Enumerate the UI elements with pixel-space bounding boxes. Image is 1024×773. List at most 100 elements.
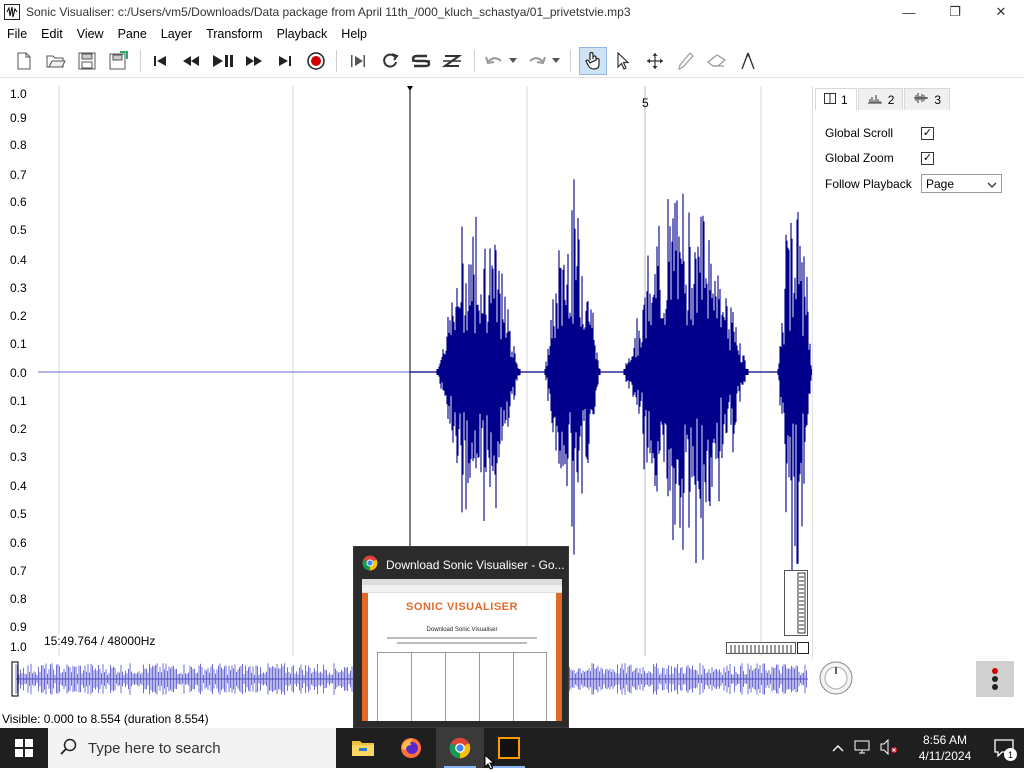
- windows-logo-icon: [15, 739, 33, 757]
- global-scroll-label: Global Scroll: [825, 126, 894, 140]
- horizontal-zoom-control[interactable]: [726, 642, 796, 654]
- clock-time: 8:56 AM: [922, 733, 968, 747]
- scale-tick: 0.0: [10, 366, 27, 380]
- erase-icon[interactable]: [705, 49, 729, 73]
- scale-tick: 0.8: [10, 592, 27, 606]
- forward-end-icon[interactable]: [273, 49, 297, 73]
- global-zoom-row: Global Zoom ✓: [825, 151, 934, 165]
- volume-knob[interactable]: [818, 660, 854, 696]
- maximize-button[interactable]: ❐: [932, 0, 978, 24]
- time-info-label: 15:49.764 / 48000Hz: [44, 634, 156, 648]
- tab-pane-1[interactable]: 1: [815, 88, 857, 110]
- navigate-icon[interactable]: [579, 47, 607, 75]
- measure-icon[interactable]: [736, 49, 760, 73]
- preview-title: Download Sonic Visualiser - Go...: [386, 557, 565, 572]
- search-icon: [60, 738, 78, 759]
- global-zoom-checkbox[interactable]: ✓: [921, 151, 934, 165]
- menu-edit[interactable]: Edit: [34, 27, 70, 41]
- tab-pane-2[interactable]: 2: [857, 88, 904, 110]
- thumb-subheading: Download Sonic Visualiser: [426, 627, 498, 633]
- menu-view[interactable]: View: [70, 27, 111, 41]
- preview-thumbnail[interactable]: SONIC VISUALISER Download Sonic Visualis…: [362, 579, 562, 721]
- network-icon[interactable]: [854, 739, 872, 758]
- follow-playback-label: Follow Playback: [825, 176, 912, 191]
- scale-tick: 0.9: [10, 620, 27, 634]
- notification-center-button[interactable]: 1: [984, 728, 1024, 768]
- title-bar: Sonic Visualiser: c:/Users/vm5/Downloads…: [0, 0, 1024, 24]
- vertical-zoom-control[interactable]: [784, 570, 808, 636]
- scale-tick: 0.4: [10, 253, 27, 267]
- taskbar-search-box[interactable]: Type here to search: [48, 728, 336, 768]
- taskbar-preview-popup[interactable]: Download Sonic Visualiser - Go... SONIC …: [353, 546, 569, 728]
- move-icon[interactable]: [643, 49, 667, 73]
- chrome-icon: [362, 555, 378, 574]
- global-scroll-checkbox[interactable]: ✓: [921, 126, 934, 140]
- taskbar: Type here to search 8:56 AM 4/11/2024 1: [0, 728, 1024, 770]
- sonic-visualiser-app-icon: [4, 4, 20, 20]
- select-icon[interactable]: [611, 49, 635, 73]
- new-file-icon[interactable]: [12, 49, 36, 73]
- menu-layer[interactable]: Layer: [154, 27, 199, 41]
- scale-tick: 0.7: [10, 564, 27, 578]
- level-meter-button[interactable]: [976, 661, 1014, 697]
- menu-bar: File Edit View Pane Layer Transform Play…: [0, 24, 1024, 44]
- record-icon[interactable]: [304, 49, 328, 73]
- follow-playback-row: Follow Playback Page: [825, 174, 1002, 193]
- draw-icon[interactable]: [674, 49, 698, 73]
- scale-tick: 0.5: [10, 223, 27, 237]
- file-explorer-taskbar-icon[interactable]: [339, 728, 387, 768]
- fast-forward-icon[interactable]: [242, 49, 266, 73]
- mouse-cursor-icon: [484, 753, 496, 773]
- scale-tick: 0.3: [10, 281, 27, 295]
- scale-tick: 0.9: [10, 111, 27, 125]
- save-icon[interactable]: [75, 49, 99, 73]
- tab-label: 3: [934, 92, 942, 107]
- solo-icon[interactable]: [409, 49, 433, 73]
- undo-icon[interactable]: [482, 49, 506, 73]
- menu-transform[interactable]: Transform: [199, 27, 270, 41]
- chevron-down-icon: [987, 177, 997, 191]
- save-session-icon[interactable]: [106, 49, 130, 73]
- redo-icon[interactable]: [525, 49, 549, 73]
- chevron-up-icon[interactable]: [832, 741, 844, 755]
- rewind-start-icon[interactable]: [148, 49, 172, 73]
- volume-muted-icon[interactable]: [880, 738, 898, 758]
- scale-tick: 1.0: [10, 640, 27, 654]
- scale-tick: 0.5: [10, 507, 27, 521]
- property-panel: 1 2 3 Global Scroll ✓ Global Zoom ✓ Foll…: [812, 86, 1024, 660]
- close-button[interactable]: ✕: [978, 0, 1024, 24]
- menu-file[interactable]: File: [0, 27, 34, 41]
- play-pause-icon[interactable]: [211, 49, 235, 73]
- thumb-heading: SONIC VISUALISER: [406, 601, 518, 613]
- scale-tick: 0.2: [10, 422, 27, 436]
- follow-playback-select[interactable]: Page: [921, 174, 1002, 193]
- play-selection-icon[interactable]: [346, 49, 370, 73]
- redo-dropdown-icon[interactable]: [549, 49, 563, 73]
- menu-help[interactable]: Help: [334, 27, 374, 41]
- scale-tick: 0.1: [10, 394, 27, 408]
- open-file-icon[interactable]: [44, 49, 68, 73]
- rewind-icon[interactable]: [179, 49, 203, 73]
- scale-tick: 0.7: [10, 168, 27, 182]
- windows-start-button[interactable]: [0, 728, 48, 768]
- global-scroll-row: Global Scroll ✓: [825, 126, 934, 140]
- scale-tick: 0.4: [10, 479, 27, 493]
- tab-pane-3[interactable]: 3: [904, 88, 951, 110]
- menu-pane[interactable]: Pane: [111, 27, 154, 41]
- menu-playback[interactable]: Playback: [270, 27, 335, 41]
- scale-tick: 0.8: [10, 138, 27, 152]
- align-icon[interactable]: [440, 49, 464, 73]
- pane-icon: [824, 92, 836, 107]
- zoom-reset-button[interactable]: [797, 642, 809, 654]
- chrome-taskbar-icon[interactable]: [436, 728, 484, 768]
- minimize-button[interactable]: —: [886, 0, 932, 24]
- spectrum-icon: [867, 93, 883, 107]
- clock-date: 4/11/2024: [918, 749, 972, 763]
- firefox-taskbar-icon[interactable]: [387, 728, 435, 768]
- clock[interactable]: 8:56 AM 4/11/2024: [906, 732, 984, 764]
- loop-icon[interactable]: [378, 49, 402, 73]
- amplitude-scale: 1.0 0.9 0.8 0.7 0.6 0.5 0.4 0.3 0.2 0.1 …: [0, 86, 38, 656]
- toolbar: [0, 44, 1024, 78]
- follow-playback-value: Page: [926, 176, 955, 191]
- undo-dropdown-icon[interactable]: [506, 49, 520, 73]
